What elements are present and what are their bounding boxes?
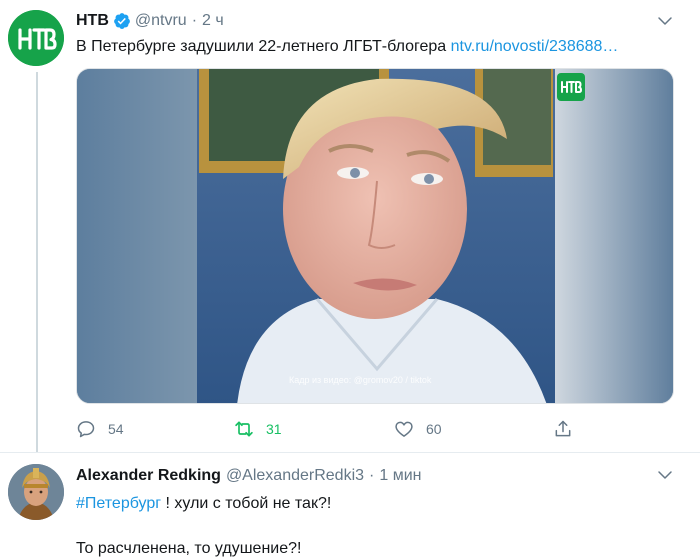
- reply-text-line-2: То расчленена, то удушение?!: [76, 540, 302, 557]
- retweet-count: 31: [266, 421, 282, 437]
- retweet-button[interactable]: 31: [234, 417, 282, 441]
- timestamp[interactable]: 1 мин: [379, 467, 421, 485]
- verified-badge-icon: [113, 12, 131, 30]
- user-handle[interactable]: @AlexanderRedki3: [226, 467, 364, 485]
- like-count: 60: [426, 421, 442, 437]
- reply-icon: [77, 421, 95, 438]
- thread-connector-line: [36, 72, 38, 452]
- ntv-avatar[interactable]: [8, 10, 64, 66]
- share-button[interactable]: [553, 417, 585, 441]
- display-name[interactable]: Alexander Redking: [76, 467, 221, 485]
- tweet-body: В Петербурге задушили 22-летнего ЛГБТ-бл…: [76, 38, 447, 55]
- reply-text: ! хули с тобой не так?!: [161, 495, 332, 512]
- article-link[interactable]: ntv.ru/novosti/238688…: [451, 38, 619, 55]
- dot-separator: ·: [191, 12, 198, 29]
- timestamp[interactable]: 2 ч: [202, 12, 224, 30]
- user-handle[interactable]: @ntvru: [135, 12, 187, 30]
- reply-button[interactable]: 54: [76, 417, 124, 441]
- like-button[interactable]: 60: [394, 417, 442, 441]
- reply-tweet-header: Alexander Redking @AlexanderRedki3 · 1 м…: [76, 465, 421, 487]
- ntv-watermark: [557, 73, 585, 101]
- tweet-actions-bar: 54 31 60: [76, 417, 596, 441]
- hashtag-link[interactable]: #Петербург: [76, 495, 161, 512]
- video-caption: Кадр из видео: @gromov20 / tiktok: [289, 375, 432, 385]
- tweet-header: НТВ @ntvru · 2 ч: [76, 10, 224, 32]
- avatar-image: [8, 464, 64, 520]
- tweet-menu-chevron-icon[interactable]: [656, 466, 674, 484]
- user-avatar[interactable]: [8, 464, 64, 520]
- ntv-logo-icon: [561, 81, 582, 93]
- share-icon: [555, 420, 571, 437]
- dot-separator: ·: [369, 467, 375, 484]
- video-frame-image: [77, 69, 673, 403]
- heart-icon: [395, 421, 413, 437]
- display-name[interactable]: НТВ: [76, 12, 109, 30]
- tweet-menu-chevron-icon[interactable]: [656, 12, 674, 30]
- tweet-text: В Петербурге задушили 22-летнего ЛГБТ-бл…: [76, 36, 618, 58]
- tweet-divider: [0, 452, 700, 453]
- ntv-logo-icon: [8, 10, 64, 66]
- retweet-icon: [235, 421, 253, 437]
- reply-text-line-1: #Петербург ! хули с тобой не так?!: [76, 493, 331, 515]
- tweet-media-video[interactable]: Кадр из видео: @gromov20 / tiktok: [76, 68, 674, 404]
- reply-count: 54: [108, 421, 124, 437]
